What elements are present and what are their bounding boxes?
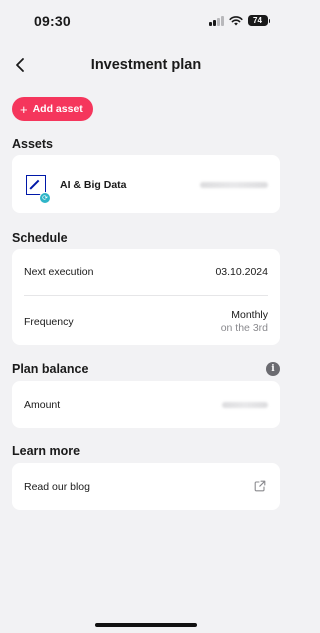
- schedule-card: Next execution 03.10.2024 Frequency Mont…: [12, 249, 280, 345]
- learn-more-section-title: Learn more: [12, 444, 81, 458]
- wifi-icon: [228, 15, 243, 25]
- plus-icon: +: [20, 101, 28, 117]
- next-execution-value: 03.10.2024: [215, 266, 268, 278]
- add-asset-label: Add asset: [32, 103, 83, 115]
- sync-icon: ⟳: [39, 192, 51, 204]
- divider: [24, 295, 268, 296]
- plan-balance-card: Amount: [12, 381, 280, 428]
- info-icon[interactable]: i: [266, 362, 280, 376]
- asset-name: AI & Big Data: [60, 179, 127, 191]
- battery-cap: [268, 18, 270, 23]
- home-indicator: [95, 623, 197, 627]
- status-bar: 09:30 74: [0, 0, 292, 44]
- read-blog-link[interactable]: Read our blog: [12, 463, 280, 510]
- status-time: 09:30: [34, 13, 71, 29]
- asset-card[interactable]: ⟳ AI & Big Data: [12, 155, 280, 213]
- assets-section-title: Assets: [12, 137, 53, 151]
- page-title: Investment plan: [90, 57, 202, 73]
- signal-icon: [209, 15, 224, 26]
- frequency-value: Monthly: [231, 309, 268, 321]
- read-blog-label: Read our blog: [24, 481, 90, 493]
- next-execution-label: Next execution: [24, 266, 94, 278]
- amount-label: Amount: [24, 399, 61, 411]
- frequency-detail: on the 3rd: [220, 322, 268, 334]
- nav-bar: Investment plan: [0, 48, 292, 84]
- plan-balance-section-title: Plan balance: [12, 362, 89, 376]
- frequency-label: Frequency: [24, 316, 74, 328]
- external-link-icon: [254, 480, 266, 492]
- status-icons: 74: [209, 15, 270, 26]
- add-asset-button[interactable]: + Add asset: [12, 97, 93, 121]
- amount-value-hidden: [222, 402, 268, 408]
- battery-icon: 74: [247, 15, 268, 26]
- schedule-section-title: Schedule: [12, 231, 68, 245]
- asset-value-hidden: [200, 182, 268, 188]
